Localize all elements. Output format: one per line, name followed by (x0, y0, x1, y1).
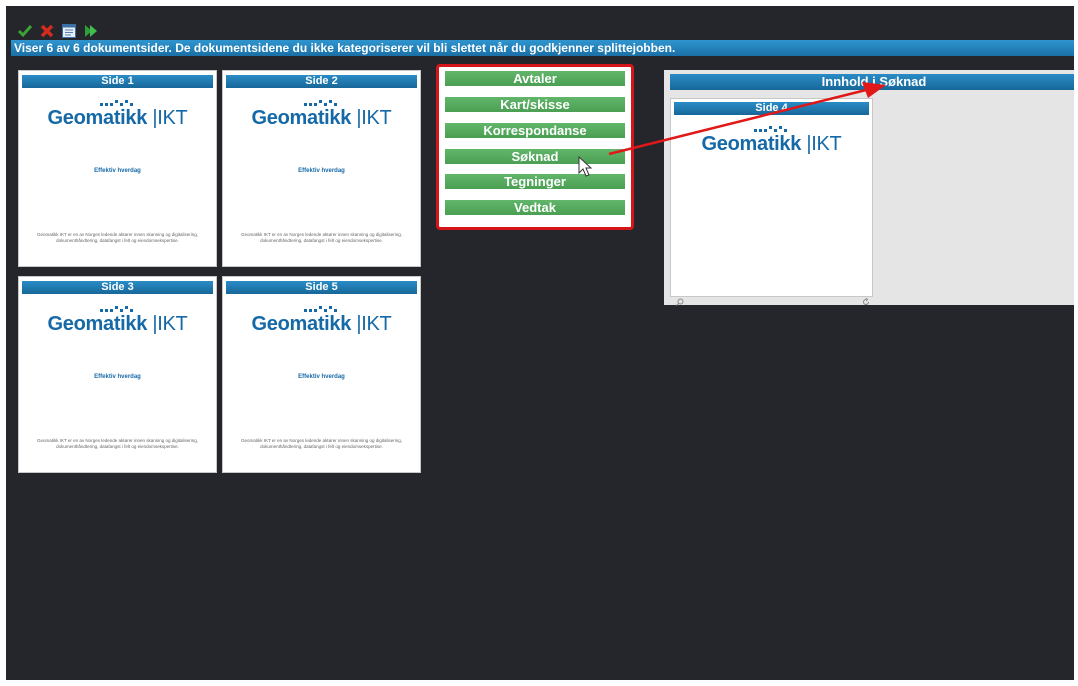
cancel-button[interactable] (38, 22, 56, 40)
doc-tagline: Effektiv hverdag (298, 374, 345, 380)
page-thumbnail-4[interactable]: Side 4 Geomatikk |IKT (670, 98, 873, 297)
document-button[interactable] (60, 22, 78, 40)
doc-tagline: Effektiv hverdag (298, 168, 345, 174)
geomatikk-logo: Geomatikk |IKT (223, 303, 420, 335)
check-icon (17, 25, 33, 38)
page-thumbnail-5[interactable]: Side 5 Geomatikk |IKT Effektiv hverdag G… (222, 276, 421, 473)
category-kart-skisse[interactable]: Kart/skisse (445, 97, 625, 112)
page-thumbnail-2[interactable]: Side 2 Geomatikk |IKT Effektiv hverdag G… (222, 70, 421, 267)
info-text: Viser 6 av 6 dokumentsider. De dokuments… (14, 41, 676, 55)
doc-tagline: Effektiv hverdag (94, 374, 141, 380)
document-icon (62, 24, 76, 38)
category-tegninger[interactable]: Tegninger (445, 174, 625, 189)
page-thumbnail-1[interactable]: Side 1 Geomatikk |IKT Effektiv hverdag G… (18, 70, 217, 267)
category-avtaler[interactable]: Avtaler (445, 71, 625, 86)
doc-fineprint: Geomatikk IKT er en av Norges ledende ak… (241, 232, 403, 243)
page-label: Side 1 (22, 75, 213, 88)
geomatikk-logo: Geomatikk |IKT (19, 303, 216, 335)
zoom-icon[interactable] (676, 298, 684, 306)
category-soknad[interactable]: Søknad (445, 149, 625, 164)
cross-icon (40, 24, 54, 38)
geomatikk-logo: Geomatikk |IKT (671, 123, 872, 155)
app-window: Viser 6 av 6 dokumentsider. De dokuments… (6, 6, 1074, 680)
forward-icon (85, 25, 97, 37)
category-korrespondanse[interactable]: Korrespondanse (445, 123, 625, 138)
forward-button[interactable] (82, 22, 100, 40)
geomatikk-logo: Geomatikk |IKT (223, 97, 420, 129)
doc-fineprint: Geomatikk IKT er en av Norges ledende ak… (241, 438, 403, 449)
geomatikk-logo: Geomatikk |IKT (19, 97, 216, 129)
category-panel: Avtaler Kart/skisse Korrespondanse Søkna… (436, 64, 634, 230)
toolbar (16, 20, 100, 42)
page-label: Side 4 (674, 102, 869, 115)
info-bar: Viser 6 av 6 dokumentsider. De dokuments… (11, 40, 1074, 56)
doc-fineprint: Geomatikk IKT er en av Norges ledende ak… (37, 232, 199, 243)
page-thumbnail-3[interactable]: Side 3 Geomatikk |IKT Effektiv hverdag G… (18, 276, 217, 473)
content-pane-title: Innhold i Søknad (670, 74, 1074, 90)
page-label: Side 5 (226, 281, 417, 294)
page-label: Side 3 (22, 281, 213, 294)
rotate-icon[interactable] (862, 298, 870, 306)
doc-tagline: Effektiv hverdag (94, 168, 141, 174)
approve-button[interactable] (16, 22, 34, 40)
category-vedtak[interactable]: Vedtak (445, 200, 625, 215)
page-label: Side 2 (226, 75, 417, 88)
category-content-pane: Innhold i Søknad Side 4 Geomatikk |IKT (664, 70, 1074, 306)
doc-fineprint: Geomatikk IKT er en av Norges ledende ak… (37, 438, 199, 449)
